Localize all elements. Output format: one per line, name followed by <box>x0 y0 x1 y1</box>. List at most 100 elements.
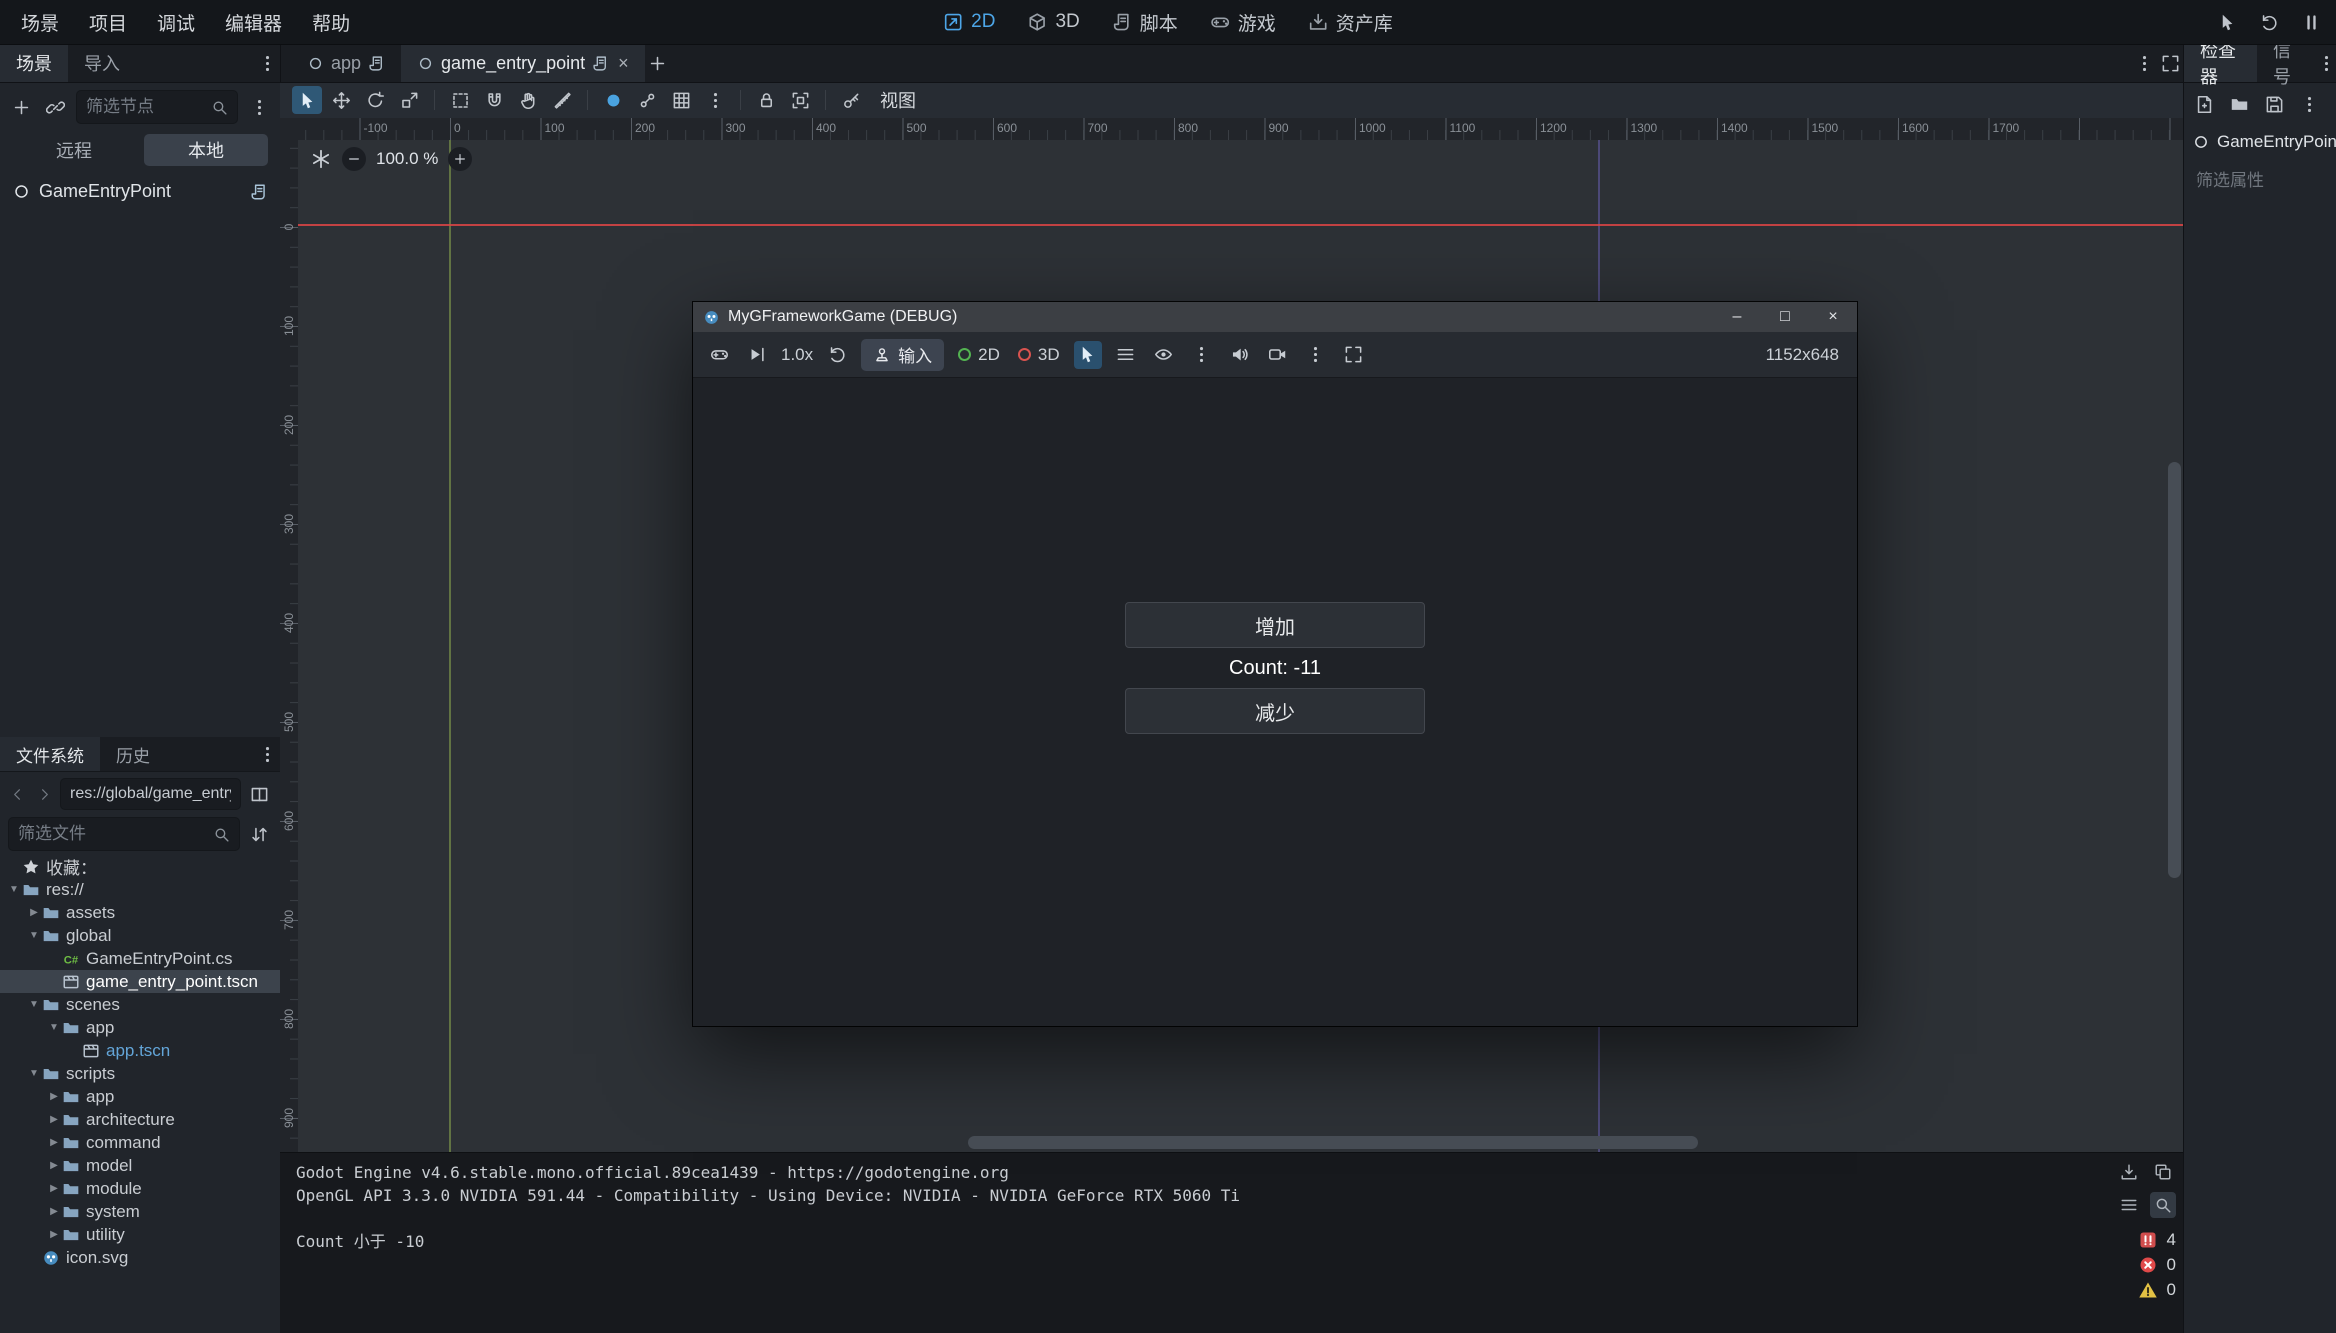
error-badge[interactable]: 0 <box>2138 1255 2176 1275</box>
toggle-split-mode-icon[interactable] <box>246 781 272 807</box>
tree-arrow-icon[interactable]: ▼ <box>26 930 42 941</box>
rotate-tool-icon[interactable] <box>360 86 390 114</box>
tab-scene[interactable]: 场景 <box>0 44 68 82</box>
visibility-icon[interactable] <box>1150 341 1178 369</box>
camera-options-icon[interactable] <box>1302 341 1330 369</box>
tree-arrow-icon[interactable]: ▶ <box>46 1183 62 1194</box>
fs-item-module[interactable]: ▶module <box>0 1177 280 1200</box>
tab-import[interactable]: 导入 <box>68 44 136 82</box>
select-options-icon[interactable] <box>1188 341 1216 369</box>
hscrollbar-thumb[interactable] <box>968 1136 1698 1149</box>
scene-root-node-row[interactable]: GameEntryPoint <box>0 172 280 211</box>
maximize-button[interactable]: □ <box>1761 302 1809 332</box>
node-list-icon[interactable] <box>1112 341 1140 369</box>
inspector-menu-icon[interactable] <box>2295 90 2323 118</box>
menu-调试[interactable]: 调试 <box>142 0 210 44</box>
pause-icon[interactable] <box>2298 9 2324 35</box>
alert-badge[interactable]: 4 <box>2138 1230 2176 1250</box>
filesystem-menu-icon[interactable] <box>254 741 280 767</box>
fs-item-command[interactable]: ▶command <box>0 1131 280 1154</box>
increase-button[interactable]: 增加 <box>1125 602 1425 648</box>
select-tool-icon[interactable] <box>292 86 322 114</box>
load-resource-icon[interactable] <box>2225 90 2253 118</box>
decrease-button[interactable]: 减少 <box>1125 688 1425 734</box>
filter-files-input[interactable] <box>18 824 207 844</box>
tree-arrow-icon[interactable]: ▼ <box>26 999 42 1010</box>
menu-场景[interactable]: 场景 <box>6 0 74 44</box>
game-select-mode-icon[interactable] <box>2214 9 2240 35</box>
game-window-titlebar[interactable]: MyGFrameworkGame (DEBUG) – □ × <box>693 302 1857 332</box>
animation-key-icon[interactable] <box>836 86 866 114</box>
add-node-icon[interactable] <box>8 94 34 120</box>
snap-menu-icon[interactable] <box>700 86 730 114</box>
attached-script-icon[interactable] <box>250 183 268 201</box>
filter-nodes-field[interactable] <box>76 90 238 124</box>
view-menu-button[interactable]: 视图 <box>870 87 926 113</box>
fs-item-system[interactable]: ▶system <box>0 1200 280 1223</box>
fs-item-[interactable]: 收藏： <box>0 855 280 878</box>
grid-snap-icon[interactable] <box>666 86 696 114</box>
fs-item-game_entry_point.tscn[interactable]: game_entry_point.tscn <box>0 970 280 993</box>
tree-arrow-icon[interactable]: ▶ <box>26 907 42 918</box>
copy-log-icon[interactable] <box>2150 1159 2176 1185</box>
reload-icon[interactable] <box>2256 9 2282 35</box>
workspace-资产库[interactable]: 资产库 <box>1308 9 1393 36</box>
close-tab-icon[interactable]: × <box>618 53 629 74</box>
fs-item-res[interactable]: ▼res:// <box>0 878 280 901</box>
fs-item-assets[interactable]: ▶assets <box>0 901 280 924</box>
workspace-脚本[interactable]: 脚本 <box>1112 9 1178 36</box>
filter-nodes-input[interactable] <box>86 97 205 117</box>
tree-arrow-icon[interactable]: ▼ <box>6 884 22 895</box>
lock-node-icon[interactable] <box>751 86 781 114</box>
mode-2d-toggle[interactable]: 2D <box>954 345 1004 365</box>
close-button[interactable]: × <box>1809 302 1857 332</box>
minimize-button[interactable]: – <box>1713 302 1761 332</box>
fs-item-model[interactable]: ▶model <box>0 1154 280 1177</box>
game-session-icon[interactable] <box>705 341 733 369</box>
fs-item-app[interactable]: ▶app <box>0 1085 280 1108</box>
workspace-游戏[interactable]: 游戏 <box>1210 9 1276 36</box>
tree-arrow-icon[interactable]: ▼ <box>26 1068 42 1079</box>
canvas-hscrollbar[interactable] <box>298 1136 2168 1149</box>
fs-item-icon.svg[interactable]: icon.svg <box>0 1246 280 1269</box>
move-tool-icon[interactable] <box>326 86 356 114</box>
expand-editor-icon[interactable] <box>2157 50 2183 76</box>
scene-tree-menu-icon[interactable] <box>246 94 272 120</box>
fs-item-app.tscn[interactable]: app.tscn <box>0 1039 280 1062</box>
save-log-icon[interactable] <box>2116 1159 2142 1185</box>
speed-select[interactable]: 1.0x <box>781 345 813 365</box>
left-dock-menu-icon[interactable] <box>254 50 280 76</box>
input-mode-toggle[interactable]: 输入 <box>861 339 944 371</box>
nav-forward-icon[interactable] <box>33 783 55 805</box>
fs-item-architecture[interactable]: ▶architecture <box>0 1108 280 1131</box>
right-dock-menu-icon[interactable] <box>2316 50 2336 76</box>
tree-arrow-icon[interactable]: ▼ <box>46 1022 62 1033</box>
tab-inspector[interactable]: 检查器 <box>2184 44 2257 82</box>
zoom-level[interactable]: 100.0 % <box>376 149 438 169</box>
tab-signals[interactable]: 信号 <box>2257 44 2316 82</box>
canvas-vscrollbar[interactable] <box>2168 140 2181 1130</box>
tree-arrow-icon[interactable]: ▶ <box>46 1114 62 1125</box>
local-button[interactable]: 本地 <box>144 134 268 166</box>
vscrollbar-thumb[interactable] <box>2168 462 2181 878</box>
fs-item-utility[interactable]: ▶utility <box>0 1223 280 1246</box>
path-input[interactable] <box>70 785 231 803</box>
filter-files-field[interactable] <box>8 817 240 851</box>
menu-编辑器[interactable]: 编辑器 <box>210 0 297 44</box>
remote-button[interactable]: 远程 <box>12 134 136 166</box>
log-filter-list-icon[interactable] <box>2116 1192 2142 1218</box>
ruler-tool-icon[interactable] <box>547 86 577 114</box>
camera-override-icon[interactable] <box>1264 341 1292 369</box>
pan-tool-icon[interactable] <box>513 86 543 114</box>
smart-snap-icon[interactable] <box>598 86 628 114</box>
scene-tab-game-entry-point[interactable]: game_entry_point × <box>401 44 645 82</box>
mute-audio-icon[interactable] <box>1226 341 1254 369</box>
tree-arrow-icon[interactable]: ▶ <box>46 1160 62 1171</box>
tree-arrow-icon[interactable]: ▶ <box>46 1229 62 1240</box>
new-resource-icon[interactable] <box>2190 90 2218 118</box>
tab-filesystem[interactable]: 文件系统 <box>0 737 100 771</box>
embed-fullscreen-icon[interactable] <box>1340 341 1368 369</box>
workspace-2D[interactable]: 2D <box>943 11 995 33</box>
fs-item-scenes[interactable]: ▼scenes <box>0 993 280 1016</box>
menu-项目[interactable]: 项目 <box>74 0 142 44</box>
